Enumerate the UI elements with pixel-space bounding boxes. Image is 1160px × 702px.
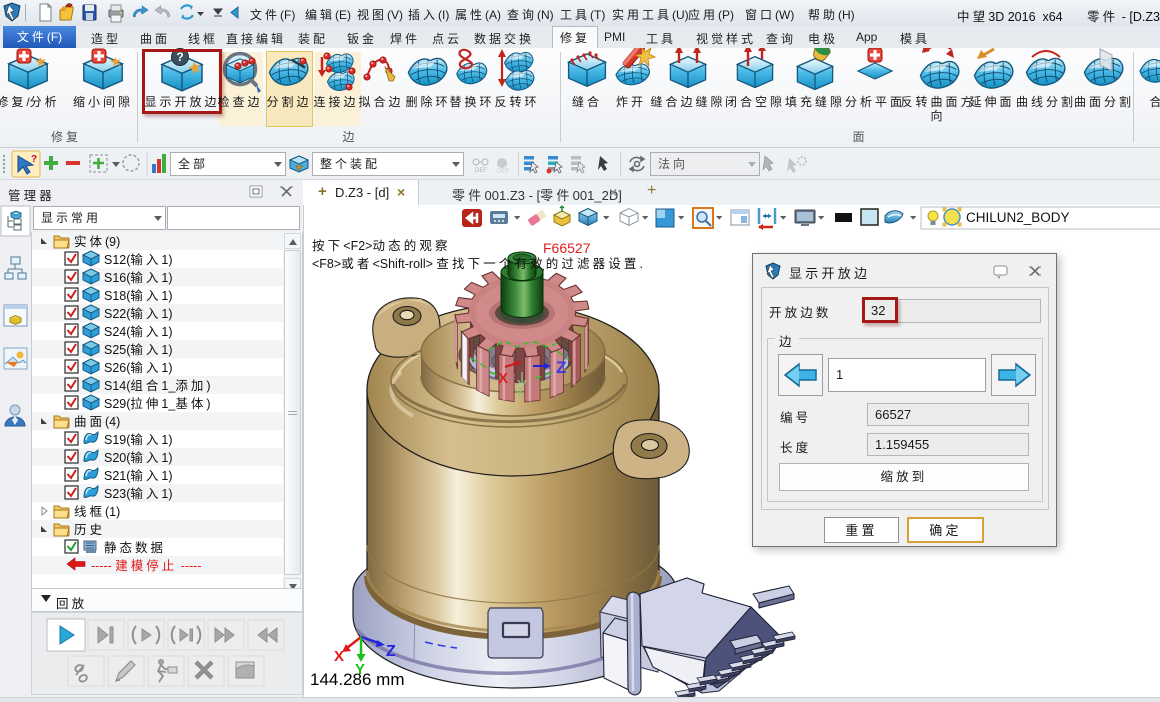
- svg-text:DEF: DEF: [497, 169, 509, 175]
- svg-text:S29(拉伸1_基体): S29(拉伸1_基体): [104, 396, 211, 411]
- svg-text:?: ?: [31, 154, 37, 165]
- svg-text:S20(输入1): S20(输入1): [104, 450, 173, 465]
- svg-text:S19(输入1): S19(输入1): [104, 432, 173, 447]
- svg-text:S21(输入1): S21(输入1): [104, 468, 173, 483]
- svg-text:线框(1): 线框(1): [74, 505, 120, 519]
- svg-text:Z: Z: [386, 643, 396, 660]
- svg-text:S12(输入1): S12(输入1): [104, 252, 173, 267]
- svg-text:实体(9): 实体(9): [74, 234, 120, 249]
- svg-text:X: X: [334, 648, 344, 665]
- svg-text:S14(组合1_添加): S14(组合1_添加): [104, 378, 211, 393]
- svg-text:X: X: [498, 370, 508, 387]
- svg-text:S23(输入1): S23(输入1): [104, 486, 173, 501]
- svg-text:CHILUN2_BODY: CHILUN2_BODY: [966, 210, 1070, 225]
- svg-text:Z: Z: [556, 358, 566, 377]
- svg-text:----- 建模停止 -----: ----- 建模停止 -----: [91, 558, 202, 573]
- svg-text:S18(输入1): S18(输入1): [104, 288, 173, 303]
- svg-text:Y: Y: [514, 385, 524, 402]
- svg-text:静态数据: 静态数据: [104, 540, 166, 555]
- svg-text:S25(输入1): S25(输入1): [104, 342, 173, 357]
- svg-text:S24(输入1): S24(输入1): [104, 324, 173, 339]
- svg-text:S22(输入1): S22(输入1): [104, 306, 173, 321]
- svg-text:S26(输入1): S26(输入1): [104, 360, 173, 375]
- svg-text:历史: 历史: [74, 523, 105, 537]
- svg-text:DEF: DEF: [475, 168, 487, 174]
- svg-text:曲面(4): 曲面(4): [74, 415, 120, 429]
- svg-text:S16(输入1): S16(输入1): [104, 270, 173, 285]
